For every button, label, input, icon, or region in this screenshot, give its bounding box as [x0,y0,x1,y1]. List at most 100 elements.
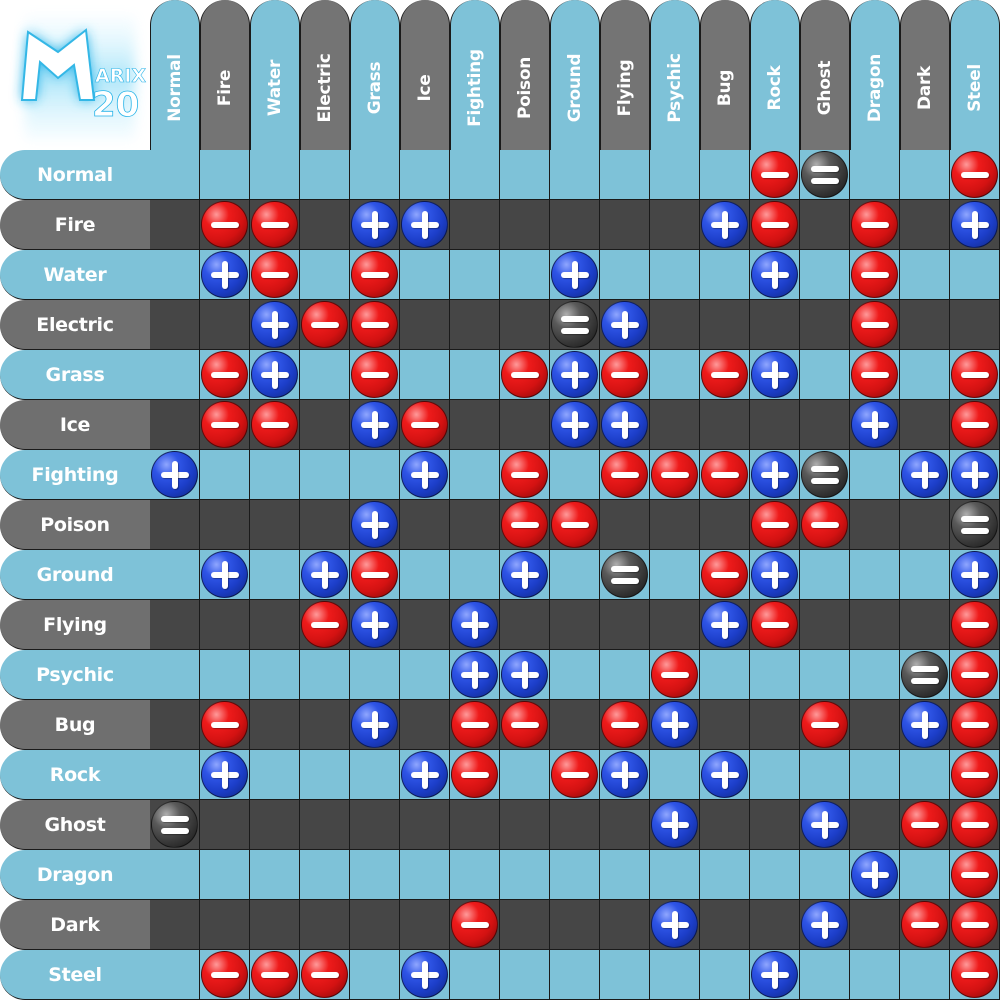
cell-dragon-vs-bug [700,850,750,900]
column-header-label: Electric [315,53,335,123]
orb-symbol-stroke [961,722,989,728]
orb-symbol-stroke [322,561,328,589]
cell-psychic-vs-water [250,650,300,700]
cell-dark-vs-flying [600,900,650,950]
cell-water-vs-dark [900,250,950,300]
cell-water-vs-water [250,250,300,300]
row-water: Water [0,250,1000,300]
orb-symbol-stroke [672,811,678,839]
cell-dragon-vs-fire [200,850,250,900]
plus-orb-icon [351,701,398,748]
cell-electric-vs-flying [600,300,650,350]
cell-fighting-vs-flying [600,450,650,500]
orb-symbol-stroke [261,422,289,428]
orb-symbol-stroke [872,861,878,889]
cell-fire-vs-ground [550,200,600,250]
cell-ghost-vs-steel [950,800,1000,850]
cell-ice-vs-grass [350,400,400,450]
column-header-dark: Dark [900,0,950,150]
column-header-label: Steel [965,64,985,112]
cell-flying-vs-ground [550,600,600,650]
orb-symbol-stroke [222,761,228,789]
orb-symbol-stroke [311,622,339,628]
plus-orb-icon [801,901,848,948]
cell-poison-vs-normal [150,500,200,550]
cell-ghost-vs-ground [550,800,600,850]
orb-symbol-stroke [372,211,378,239]
cell-normal-vs-normal [150,150,200,200]
minus-orb-icon [301,601,348,648]
cell-grass-vs-ghost [800,350,850,400]
cell-poison-vs-grass [350,500,400,550]
cell-rock-vs-psychic [650,750,700,800]
row-header-dark: Dark [0,900,150,950]
orb-symbol-stroke [622,761,628,789]
cell-bug-vs-grass [350,700,400,750]
orb-symbol-stroke [311,322,339,328]
cell-flying-vs-water [250,600,300,650]
cell-water-vs-fighting [450,250,500,300]
zero-orb-icon [801,451,848,498]
plus-orb-icon [651,901,698,948]
minus-orb-icon [501,701,548,748]
minus-orb-icon [351,251,398,298]
cell-dragon-vs-normal [150,850,200,900]
orb-symbol-stroke [561,772,589,778]
logo-text-top: ARIX [95,65,146,87]
row-electric: Electric [0,300,1000,350]
cell-electric-vs-bug [700,300,750,350]
orb-symbol-stroke [422,761,428,789]
orb-symbol-stroke [811,722,839,728]
cell-steel-vs-water [250,950,300,1000]
orb-symbol-stroke [361,572,389,578]
cell-normal-vs-dark [900,150,950,200]
cell-fire-vs-poison [500,200,550,250]
minus-orb-icon [951,401,998,448]
cell-electric-vs-water [250,300,300,350]
cell-grass-vs-fighting [450,350,500,400]
row-header-flying: Flying [0,600,150,650]
minus-orb-icon [651,651,698,698]
logo-graphic: ARIX 20 [20,15,147,140]
plus-orb-icon [901,451,948,498]
plus-orb-icon [351,401,398,448]
cell-ghost-vs-grass [350,800,400,850]
orb-symbol-stroke [911,822,939,828]
column-header-label: Water [265,59,285,117]
cell-water-vs-poison [500,250,550,300]
orb-symbol-stroke [972,561,978,589]
cell-fighting-vs-psychic [650,450,700,500]
cell-water-vs-electric [300,250,350,300]
cell-flying-vs-ghost [800,600,850,650]
row-header-steel: Steel [0,950,150,1000]
cell-normal-vs-water [250,150,300,200]
cell-fighting-vs-fire [200,450,250,500]
cell-dragon-vs-rock [750,850,800,900]
plus-orb-icon [501,551,548,598]
cell-dragon-vs-fighting [450,850,500,900]
orb-symbol-stroke [811,522,839,528]
column-header-label: Psychic [665,53,685,123]
plus-orb-icon [551,251,598,298]
cell-fighting-vs-normal [150,450,200,500]
cell-fire-vs-flying [600,200,650,250]
cell-electric-vs-dark [900,300,950,350]
cell-steel-vs-ground [550,950,600,1000]
cell-ice-vs-ghost [800,400,850,450]
orb-symbol-stroke [211,222,239,228]
column-headers: Normal Fire Water Electric Grass Ice Fighting P… [150,0,1000,150]
cell-poison-vs-poison [500,500,550,550]
cell-psychic-vs-ice [400,650,450,700]
cell-rock-vs-ground [550,750,600,800]
cell-electric-vs-dragon [850,300,900,350]
cell-ghost-vs-dragon [850,800,900,850]
cell-poison-vs-fighting [450,500,500,550]
row-ground: Ground [0,550,1000,600]
cell-dragon-vs-steel [950,850,1000,900]
cell-rock-vs-water [250,750,300,800]
cell-rock-vs-dragon [850,750,900,800]
cell-flying-vs-dragon [850,600,900,650]
orb-symbol-stroke [961,772,989,778]
minus-orb-icon [201,401,248,448]
cell-psychic-vs-poison [500,650,550,700]
